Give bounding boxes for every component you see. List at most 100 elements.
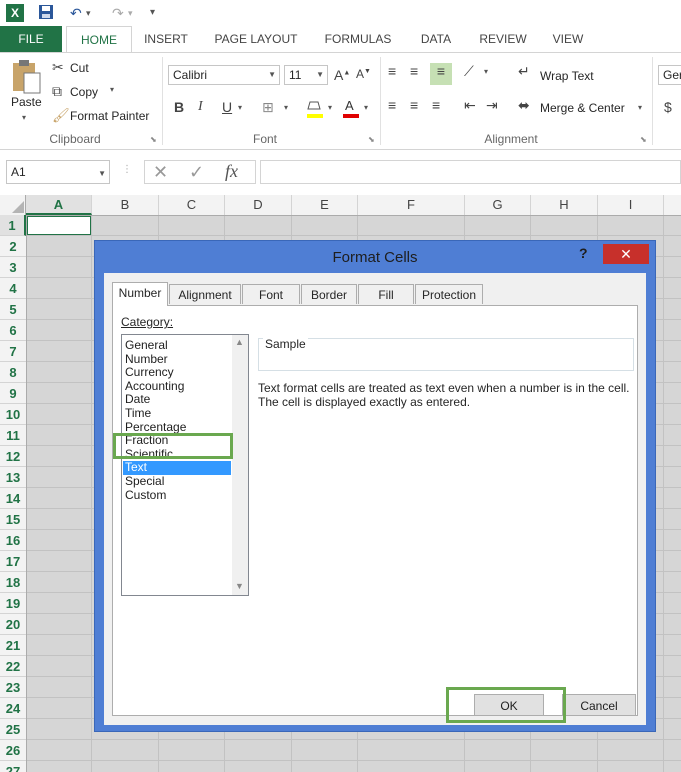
- category-item-general[interactable]: General: [125, 338, 168, 353]
- align-right-icon[interactable]: ≡: [432, 97, 440, 113]
- column-header-c[interactable]: C: [159, 195, 225, 215]
- redo-icon[interactable]: ↷: [112, 4, 124, 22]
- middle-align-icon[interactable]: ≡: [410, 63, 418, 79]
- row-header-7[interactable]: 7: [0, 341, 26, 362]
- format-painter-button[interactable]: Format Painter: [70, 109, 149, 123]
- row-header-10[interactable]: 10: [0, 404, 26, 425]
- scroll-down-icon[interactable]: ▼: [235, 581, 244, 591]
- font-name-combo[interactable]: Calibri ▼: [168, 65, 280, 85]
- increase-indent-icon[interactable]: ⇥: [486, 97, 498, 114]
- tab-border[interactable]: Border: [301, 284, 357, 304]
- number-format-combo[interactable]: Ger: [658, 65, 681, 85]
- font-color-dropdown-icon[interactable]: ▾: [364, 103, 368, 112]
- paste-button[interactable]: Paste: [11, 95, 42, 109]
- tab-insert[interactable]: INSERT: [136, 26, 196, 52]
- row-header-15[interactable]: 15: [0, 509, 26, 530]
- name-box[interactable]: A1 ▼: [6, 160, 110, 184]
- shrink-font-icon[interactable]: A▼: [356, 67, 371, 81]
- redo-dropdown-icon[interactable]: ▾: [128, 4, 133, 22]
- row-header-1[interactable]: 1: [0, 215, 26, 236]
- column-header-b[interactable]: B: [92, 195, 159, 215]
- tab-review[interactable]: REVIEW: [472, 26, 534, 52]
- tab-view[interactable]: VIEW: [544, 26, 592, 52]
- bold-button[interactable]: B: [174, 99, 184, 115]
- row-header-26[interactable]: 26: [0, 740, 26, 761]
- column-header-d[interactable]: D: [225, 195, 292, 215]
- align-left-icon[interactable]: ≡: [388, 97, 396, 113]
- alignment-launcher-icon[interactable]: ⬊: [640, 135, 647, 144]
- row-header-11[interactable]: 11: [0, 425, 26, 446]
- align-center-icon[interactable]: ≡: [410, 97, 418, 113]
- grow-font-icon[interactable]: A▲: [334, 67, 350, 83]
- column-header-a[interactable]: A: [26, 195, 92, 215]
- category-item-custom[interactable]: Custom: [125, 488, 166, 503]
- column-header-f[interactable]: F: [358, 195, 465, 215]
- underline-dropdown-icon[interactable]: ▾: [238, 103, 242, 112]
- category-scrollbar[interactable]: ▲ ▼: [232, 335, 248, 595]
- paste-icon[interactable]: [10, 59, 42, 95]
- tab-file[interactable]: FILE: [0, 26, 62, 52]
- cut-button[interactable]: Cut: [70, 61, 89, 75]
- scroll-up-icon[interactable]: ▲: [235, 337, 244, 347]
- select-all-button[interactable]: [0, 195, 26, 215]
- merge-center-button[interactable]: Merge & Center: [540, 101, 625, 115]
- row-header-2[interactable]: 2: [0, 236, 26, 257]
- row-header-21[interactable]: 21: [0, 635, 26, 656]
- top-align-icon[interactable]: ≡: [388, 63, 396, 79]
- borders-icon[interactable]: ⊞: [262, 99, 274, 116]
- formula-input[interactable]: [260, 160, 681, 184]
- customize-qat-icon[interactable]: ▾: [150, 4, 155, 22]
- bottom-align-icon[interactable]: ≡: [430, 63, 452, 85]
- row-header-13[interactable]: 13: [0, 467, 26, 488]
- tab-alignment[interactable]: Alignment: [169, 284, 241, 304]
- paste-dropdown-icon[interactable]: ▾: [22, 113, 26, 122]
- enter-icon[interactable]: ✓: [189, 162, 204, 183]
- wrap-text-icon[interactable]: ↵: [518, 63, 530, 80]
- category-item-time[interactable]: Time: [125, 406, 151, 421]
- category-item-accounting[interactable]: Accounting: [125, 379, 184, 394]
- save-icon[interactable]: [38, 4, 54, 22]
- column-header-g[interactable]: G: [465, 195, 531, 215]
- fill-color-dropdown-icon[interactable]: ▾: [328, 103, 332, 112]
- format-painter-icon[interactable]: 🖌: [52, 107, 70, 124]
- copy-dropdown-icon[interactable]: ▾: [110, 85, 114, 94]
- underline-button[interactable]: U: [222, 99, 232, 115]
- row-header-5[interactable]: 5: [0, 299, 26, 320]
- insert-function-button[interactable]: fx: [225, 161, 238, 182]
- row-header-25[interactable]: 25: [0, 719, 26, 740]
- row-header-8[interactable]: 8: [0, 362, 26, 383]
- row-header-9[interactable]: 9: [0, 383, 26, 404]
- tab-data[interactable]: DATA: [410, 26, 462, 52]
- row-header-4[interactable]: 4: [0, 278, 26, 299]
- category-list[interactable]: ▲ ▼ General Number Currency Accounting Date T…: [121, 334, 249, 596]
- row-header-20[interactable]: 20: [0, 614, 26, 635]
- fill-color-icon[interactable]: [306, 99, 324, 119]
- row-header-27[interactable]: 27: [0, 761, 26, 772]
- currency-icon[interactable]: $: [664, 99, 672, 115]
- row-header-12[interactable]: 12: [0, 446, 26, 467]
- tab-number[interactable]: Number: [112, 282, 168, 306]
- copy-button[interactable]: Copy: [70, 85, 98, 99]
- column-header-e[interactable]: E: [292, 195, 358, 215]
- merge-dropdown-icon[interactable]: ▾: [638, 103, 642, 112]
- category-item-special[interactable]: Special: [125, 474, 164, 489]
- row-header-19[interactable]: 19: [0, 593, 26, 614]
- category-item-number[interactable]: Number: [125, 352, 168, 367]
- cancel-icon[interactable]: ✕: [153, 162, 168, 183]
- font-color-icon[interactable]: A: [342, 97, 360, 119]
- merge-center-icon[interactable]: ⬌: [518, 97, 530, 114]
- tab-fill[interactable]: Fill: [358, 284, 414, 304]
- help-button[interactable]: ?: [579, 245, 588, 261]
- tab-formulas[interactable]: FORMULAS: [316, 26, 400, 52]
- category-item-currency[interactable]: Currency: [125, 366, 174, 380]
- row-header-23[interactable]: 23: [0, 677, 26, 698]
- wrap-text-button[interactable]: Wrap Text: [540, 69, 594, 83]
- row-header-3[interactable]: 3: [0, 257, 26, 278]
- copy-icon[interactable]: ⧉: [52, 83, 62, 100]
- tab-page-layout[interactable]: PAGE LAYOUT: [206, 26, 306, 52]
- italic-button[interactable]: I: [198, 99, 203, 115]
- clipboard-launcher-icon[interactable]: ⬊: [150, 135, 157, 144]
- row-header-24[interactable]: 24: [0, 698, 26, 719]
- close-button[interactable]: ✕: [603, 244, 649, 264]
- row-header-16[interactable]: 16: [0, 530, 26, 551]
